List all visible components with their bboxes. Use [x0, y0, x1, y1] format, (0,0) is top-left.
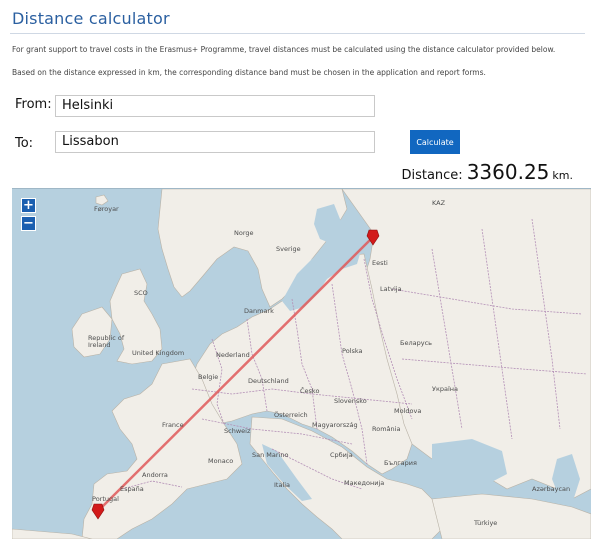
zoom-out-button[interactable]: −: [21, 216, 36, 231]
land-faroe: [95, 194, 109, 206]
map-label-moldova: Moldova: [394, 407, 422, 415]
map-label-andorra: Andorra: [142, 471, 168, 479]
map-label-belarus: Беларусь: [400, 339, 432, 347]
map-label-norge: Norge: [234, 229, 254, 237]
map-label-makedonija: Македонија: [344, 479, 385, 487]
intro-text-2: Based on the distance expressed in km, t…: [12, 68, 486, 77]
map-view[interactable]: + − Føroyar Norge Sverige Eesti Latvija …: [12, 188, 591, 539]
map-label-eesti: Eesti: [372, 259, 388, 267]
map-label-nederland: Nederland: [216, 351, 250, 359]
to-label: To:: [15, 136, 34, 151]
map-label-espana: España: [120, 485, 144, 493]
map-label-osterreich: Österreich: [274, 411, 308, 419]
distance-label: Distance:: [401, 168, 463, 183]
title-divider: [10, 33, 585, 34]
map-label-united-kingdom: United Kingdom: [132, 349, 185, 357]
map-label-ukraine: Україна: [432, 385, 459, 393]
map-label-kaz: KAZ: [432, 199, 446, 207]
map-label-deutschland: Deutschland: [248, 377, 289, 385]
map-label-azerbaijan: Azərbaycan: [532, 485, 571, 493]
map-label-monaco: Monaco: [208, 457, 234, 465]
map-label-sverige: Sverige: [276, 245, 301, 253]
map-label-schweiz: Schweiz: [224, 427, 251, 435]
from-label: From:: [15, 97, 52, 112]
map-label-latvija: Latvija: [380, 285, 402, 293]
map-label-cesko: Česko: [300, 387, 320, 395]
map-label-sco: SCO: [134, 289, 148, 297]
map-label-slovensko: Slovensko: [334, 397, 367, 405]
map-label-danmark: Danmark: [244, 307, 274, 315]
map-label-magyarorszag: Magyarország: [312, 421, 358, 429]
map-label-polska: Polska: [342, 347, 363, 355]
map-label-turkiye: Türkiye: [474, 519, 498, 527]
distance-result: Distance: 3360.25 km.: [401, 160, 573, 184]
calculate-button[interactable]: Calculate: [410, 130, 460, 154]
distance-unit: km.: [552, 169, 573, 182]
to-input[interactable]: Lissabon: [55, 131, 375, 153]
land-ireland: [71, 306, 113, 358]
map-label-faroe: Føroyar: [94, 205, 119, 213]
map-label-san-marino: San Marino: [252, 451, 289, 459]
map-label-italia: Italia: [274, 481, 291, 489]
map-label-france: France: [162, 421, 184, 429]
zoom-in-button[interactable]: +: [21, 198, 36, 213]
map-label-bulgaria: България: [384, 459, 417, 467]
map-label-srbija: Србија: [330, 451, 353, 459]
map-label-belgie: Belgie: [198, 373, 219, 381]
map-label-romania: România: [372, 425, 401, 433]
distance-value: 3360.25: [466, 160, 550, 184]
intro-text-1: For grant support to travel costs in the…: [12, 45, 556, 54]
map-canvas[interactable]: [12, 189, 591, 539]
page-title: Distance calculator: [12, 9, 170, 28]
map-label-portugal: Portugal: [92, 495, 119, 503]
from-input[interactable]: Helsinki: [55, 95, 375, 117]
map-label-ireland: Republic of Ireland: [88, 334, 125, 349]
